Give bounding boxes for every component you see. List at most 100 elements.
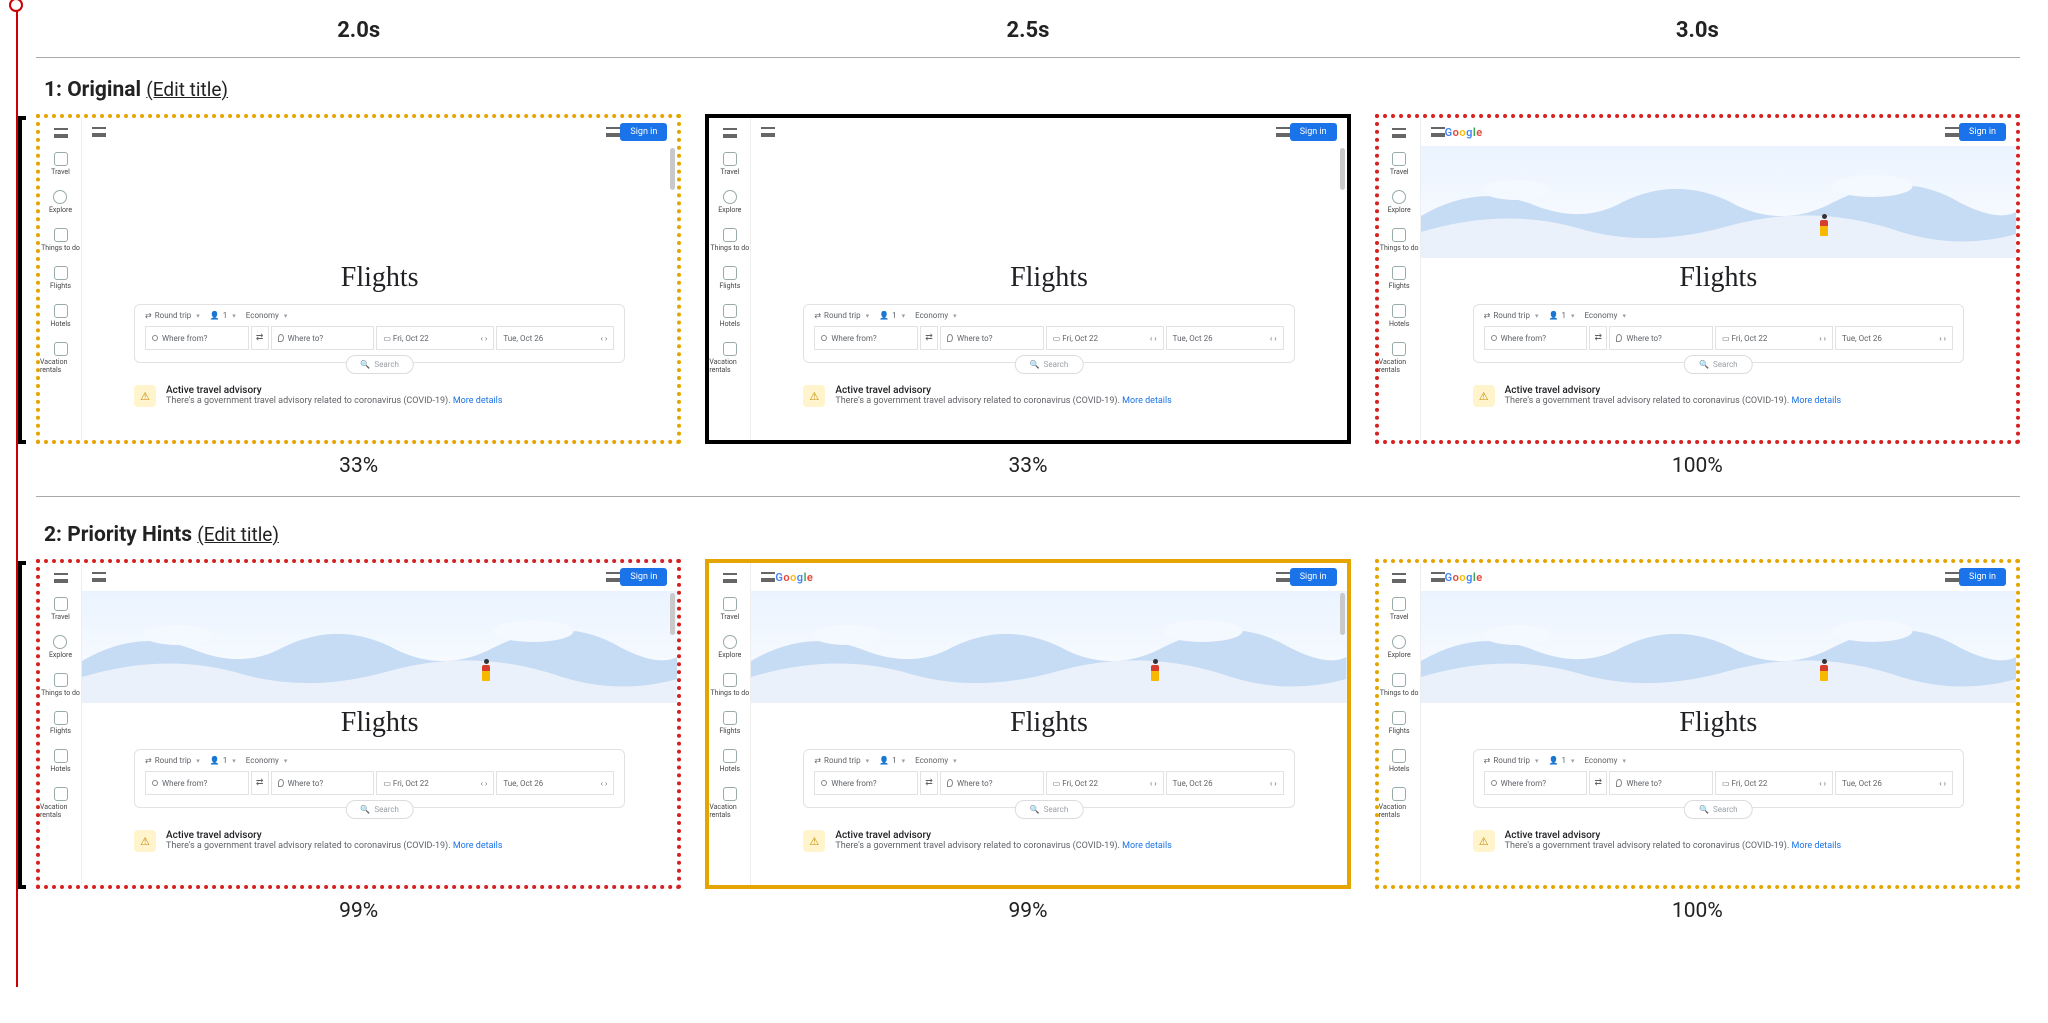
screenshot-frame[interactable]: Travel Explore Things to do Flights Hote… — [1375, 114, 2020, 444]
chip-pax: 👤 1 — [210, 756, 236, 765]
screenshot-frame[interactable]: Travel Explore Things to do Flights Hote… — [36, 114, 681, 444]
visual-progress-pct: 99% — [1008, 899, 1047, 923]
mock-hero — [82, 146, 677, 258]
mock-hero — [1421, 146, 2016, 258]
swap-icon: ⇄ — [251, 326, 269, 350]
row-bracket — [18, 116, 26, 444]
hamburger-icon — [1431, 127, 1445, 137]
mock-search-pill: 🔍 Search — [1684, 800, 1753, 819]
input-depart-date: ▭ Fri, Oct 22‹ › — [1046, 771, 1164, 795]
sidebar-item-rentals: Vacation rentals — [40, 342, 81, 374]
mock-sidebar: Travel Explore Things to do Flights Hote… — [40, 563, 82, 885]
advisory-subtitle: There's a government travel advisory rel… — [166, 841, 502, 851]
sidebar-item-explore: Explore — [49, 190, 72, 214]
advisory-subtitle: There's a government travel advisory rel… — [1505, 841, 1841, 851]
mock-sidebar: Travel Explore Things to do Flights Hote… — [709, 118, 751, 440]
screenshot-frame[interactable]: Travel Explore Things to do Flights Hote… — [36, 559, 681, 889]
sidebar-item-explore: Explore — [718, 190, 741, 214]
sidebar-item-rentals: Vacation rentals — [1379, 342, 1420, 374]
sidebar-item-things: Things to do — [710, 673, 749, 697]
scrollbar-thumb — [1340, 593, 1345, 635]
mock-advisory: ⚠ Active travel advisory There's a gover… — [1473, 830, 1964, 852]
sidebar-item-explore: Explore — [1388, 635, 1411, 659]
mock-signin-button: Sign in — [620, 123, 667, 141]
chip-cabin: Economy — [1584, 756, 1626, 765]
mock-topbar: Google Sign in — [751, 563, 1346, 591]
mock-search-card: ⇄ Round trip 👤 1 Economy Where from? ⇄ W… — [1473, 304, 1964, 363]
row-label: Original — [67, 78, 141, 102]
screenshot-frame[interactable]: Travel Explore Things to do Flights Hote… — [705, 114, 1350, 444]
chip-pax: 👤 1 — [879, 756, 905, 765]
mock-hero — [1421, 591, 2016, 703]
logo-text: Google — [1445, 571, 1483, 584]
mock-sidebar: Travel Explore Things to do Flights Hote… — [40, 118, 82, 440]
input-from: Where from? — [145, 326, 249, 350]
sidebar-item-hotels: Hotels — [50, 749, 70, 773]
mock-search-card: ⇄ Round trip 👤 1 Economy Where from? ⇄ W… — [803, 749, 1294, 808]
chip-trip-type: ⇄ Round trip — [145, 756, 200, 765]
page-mock: Travel Explore Things to do Flights Hote… — [40, 563, 677, 885]
mock-search-pill: 🔍 Search — [345, 355, 414, 374]
sidebar-item-hotels: Hotels — [50, 304, 70, 328]
advisory-title: Active travel advisory — [1505, 385, 1841, 396]
edit-title-link[interactable]: (Edit title) — [197, 523, 279, 546]
mock-advisory: ⚠ Active travel advisory There's a gover… — [134, 830, 625, 852]
mock-main: Google Sign in Flights ⇄ Round trip 👤 1 … — [751, 118, 1346, 440]
logo-text: Google — [775, 571, 813, 584]
chip-pax: 👤 1 — [210, 311, 236, 320]
filmstrip-cell: Travel Explore Things to do Flights Hote… — [1375, 114, 2020, 478]
mock-page-title: Flights — [1421, 262, 2016, 294]
warning-icon: ⚠ — [134, 385, 156, 407]
sidebar-item-flights: Flights — [719, 266, 740, 290]
input-return-date: Tue, Oct 26‹ › — [1835, 771, 1953, 795]
hero-person-icon — [479, 659, 493, 681]
advisory-subtitle: There's a government travel advisory rel… — [835, 841, 1171, 851]
chip-trip-type: ⇄ Round trip — [814, 311, 869, 320]
sidebar-item-flights: Flights — [1389, 711, 1410, 735]
hamburger-icon — [723, 128, 737, 138]
sidebar-item-explore: Explore — [718, 635, 741, 659]
mock-topbar: Google Sign in — [82, 118, 677, 146]
apps-icon — [606, 572, 620, 582]
mock-advisory: ⚠ Active travel advisory There's a gover… — [134, 385, 625, 407]
sidebar-item-hotels: Hotels — [720, 304, 740, 328]
input-return-date: Tue, Oct 26‹ › — [496, 771, 614, 795]
row-title: 2: Priority Hints (Edit title) — [36, 503, 2020, 559]
sidebar-item-rentals: Vacation rentals — [709, 787, 750, 819]
sidebar-item-flights: Flights — [50, 711, 71, 735]
time-col-2: 3.0s — [1375, 18, 2020, 43]
hamburger-icon — [723, 573, 737, 583]
screenshot-frame[interactable]: Travel Explore Things to do Flights Hote… — [705, 559, 1350, 889]
sidebar-item-rentals: Vacation rentals — [40, 787, 81, 819]
sidebar-item-flights: Flights — [1389, 266, 1410, 290]
edit-title-link[interactable]: (Edit title) — [146, 78, 228, 101]
input-from: Where from? — [814, 326, 918, 350]
hero-person-icon — [1817, 659, 1831, 681]
row-index: 2: — [44, 523, 67, 547]
advisory-title: Active travel advisory — [166, 385, 502, 396]
mock-page-title: Flights — [82, 707, 677, 739]
mock-main: Google Sign in Flights — [1421, 563, 2016, 885]
chip-cabin: Economy — [246, 756, 288, 765]
mock-main: Google Sign in Flights — [1421, 118, 2016, 440]
sidebar-item-things: Things to do — [1380, 228, 1419, 252]
mock-signin-button: Sign in — [1290, 568, 1337, 586]
mock-signin-button: Sign in — [1959, 568, 2006, 586]
mock-search-pill: 🔍 Search — [345, 800, 414, 819]
sidebar-item-travel: Travel — [51, 597, 70, 621]
advisory-subtitle: There's a government travel advisory rel… — [835, 396, 1171, 406]
advisory-title: Active travel advisory — [835, 385, 1171, 396]
sidebar-item-travel: Travel — [1390, 152, 1409, 176]
hero-person-icon — [1817, 214, 1831, 236]
input-return-date: Tue, Oct 26‹ › — [1835, 326, 1953, 350]
screenshot-frame[interactable]: Travel Explore Things to do Flights Hote… — [1375, 559, 2020, 889]
swap-icon: ⇄ — [920, 326, 938, 350]
input-to: Where to? — [1609, 771, 1713, 795]
visual-progress-pct: 33% — [1008, 454, 1047, 478]
time-col-1: 2.5s — [705, 18, 1350, 43]
visual-progress-pct: 100% — [1672, 899, 1723, 923]
time-header-row: 2.0s 2.5s 3.0s — [36, 0, 2020, 58]
visual-progress-pct: 33% — [339, 454, 378, 478]
timeline-start-marker — [9, 0, 23, 12]
hamburger-icon — [1392, 573, 1406, 583]
